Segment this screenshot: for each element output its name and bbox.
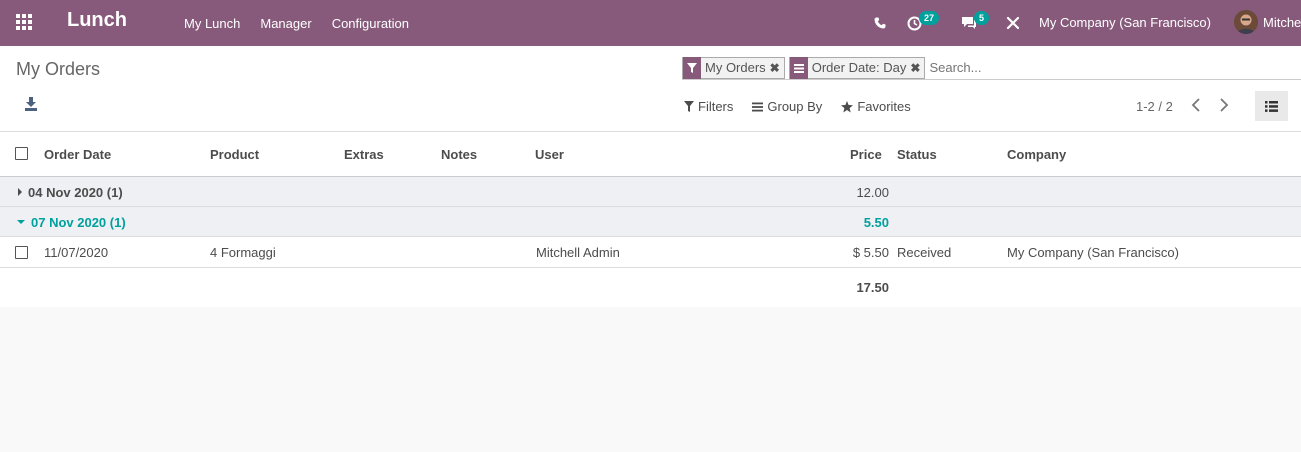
facet-remove-icon[interactable]: ✖	[770, 61, 784, 75]
column-header-user[interactable]: User	[535, 147, 564, 162]
filters-label: Filters	[698, 99, 734, 114]
phone-icon[interactable]	[874, 0, 886, 46]
row-checkbox[interactable]	[15, 246, 28, 259]
debug-tools-icon[interactable]	[1006, 0, 1020, 46]
messages-icon[interactable]	[961, 0, 977, 46]
group-label: 07 Nov 2020 (1)	[31, 215, 126, 230]
facet-label: Order Date: Day	[811, 60, 907, 75]
search-bar: My Orders ✖ Order Date: Day ✖	[682, 56, 1301, 80]
kanban-view-button[interactable]	[1288, 91, 1301, 121]
group-label: 04 Nov 2020 (1)	[28, 185, 123, 200]
table-header: Order Date Product Extras Notes User Pri…	[0, 132, 1301, 177]
group-by-icon	[752, 102, 764, 111]
chevron-right-icon[interactable]	[1219, 98, 1231, 112]
caret-down-icon	[17, 220, 25, 224]
menu-my-lunch[interactable]: My Lunch	[174, 16, 250, 31]
pager-value[interactable]: 1-2 / 2	[1136, 99, 1173, 114]
cell-product: 4 Formaggi	[210, 245, 276, 260]
column-header-price[interactable]: Price	[850, 147, 882, 162]
filter-icon	[684, 101, 694, 112]
star-icon	[841, 100, 854, 112]
activity-count-badge: 27	[919, 11, 940, 25]
main-menu: My Lunch Manager Configuration	[174, 0, 419, 46]
download-icon[interactable]	[24, 97, 40, 113]
group-row[interactable]: 07 Nov 2020 (1) 5.50	[0, 207, 1301, 237]
kanban-icon	[1295, 101, 1301, 112]
favorites-button[interactable]: Favorites	[841, 99, 911, 114]
cell-company: My Company (San Francisco)	[1007, 245, 1179, 260]
activity-clock-icon[interactable]	[907, 0, 922, 46]
group-sum: 12.00	[856, 185, 889, 200]
facet-remove-icon[interactable]: ✖	[910, 61, 924, 75]
group-by-icon	[789, 56, 808, 79]
menu-manager[interactable]: Manager	[250, 16, 321, 31]
facet-label: My Orders	[705, 60, 766, 75]
messages-count-badge: 5	[974, 11, 990, 25]
group-by-label: Group By	[767, 99, 823, 114]
filters-button[interactable]: Filters	[684, 99, 733, 114]
user-menu[interactable]: Mitche	[1263, 15, 1301, 30]
column-header-company[interactable]: Company	[1007, 147, 1066, 162]
list-icon	[1265, 100, 1278, 112]
cell-order-date: 11/07/2020	[44, 245, 109, 260]
group-row[interactable]: 04 Nov 2020 (1) 12.00	[0, 177, 1301, 207]
list-view-button[interactable]	[1255, 91, 1288, 121]
search-options: Filters Group By Favorites	[684, 99, 911, 114]
chevron-left-icon[interactable]	[1191, 98, 1203, 112]
column-header-status[interactable]: Status	[897, 147, 937, 162]
app-title: Lunch	[67, 9, 127, 31]
group-sum: 5.50	[863, 215, 889, 230]
top-navbar: Lunch My Lunch Manager Configuration 27 …	[0, 0, 1301, 46]
caret-right-icon	[18, 188, 22, 196]
control-panel: My Orders My Orders ✖ Order Date: Day ✖ …	[0, 46, 1301, 132]
column-header-notes[interactable]: Notes	[441, 147, 477, 162]
company-switcher[interactable]: My Company (San Francisco)	[1039, 15, 1211, 30]
column-header-order-date[interactable]: Order Date	[44, 147, 111, 162]
apps-menu-icon[interactable]	[16, 14, 34, 32]
select-all-checkbox[interactable]	[15, 147, 28, 160]
favorites-label: Favorites	[857, 99, 911, 114]
cell-status: Received	[897, 245, 952, 260]
menu-configuration[interactable]: Configuration	[322, 16, 419, 31]
column-header-product[interactable]: Product	[210, 147, 259, 162]
group-by-button[interactable]: Group By	[752, 99, 822, 114]
search-input[interactable]	[929, 60, 1130, 75]
page-title: My Orders	[16, 59, 101, 79]
user-avatar[interactable]	[1234, 10, 1258, 34]
search-facet-my-orders: My Orders ✖	[682, 56, 785, 79]
column-header-extras[interactable]: Extras	[344, 147, 384, 162]
table-row[interactable]: 11/07/2020 4 Formaggi Mitchell Admin $ 5…	[0, 237, 1301, 268]
cell-price: $ 5.50	[852, 245, 889, 260]
filter-icon	[683, 56, 701, 79]
list-view-table: Order Date Product Extras Notes User Pri…	[0, 132, 1301, 307]
search-facet-order-date: Order Date: Day ✖	[788, 56, 926, 79]
cell-user: Mitchell Admin	[536, 245, 620, 260]
table-footer-total: 17.50	[856, 280, 889, 295]
